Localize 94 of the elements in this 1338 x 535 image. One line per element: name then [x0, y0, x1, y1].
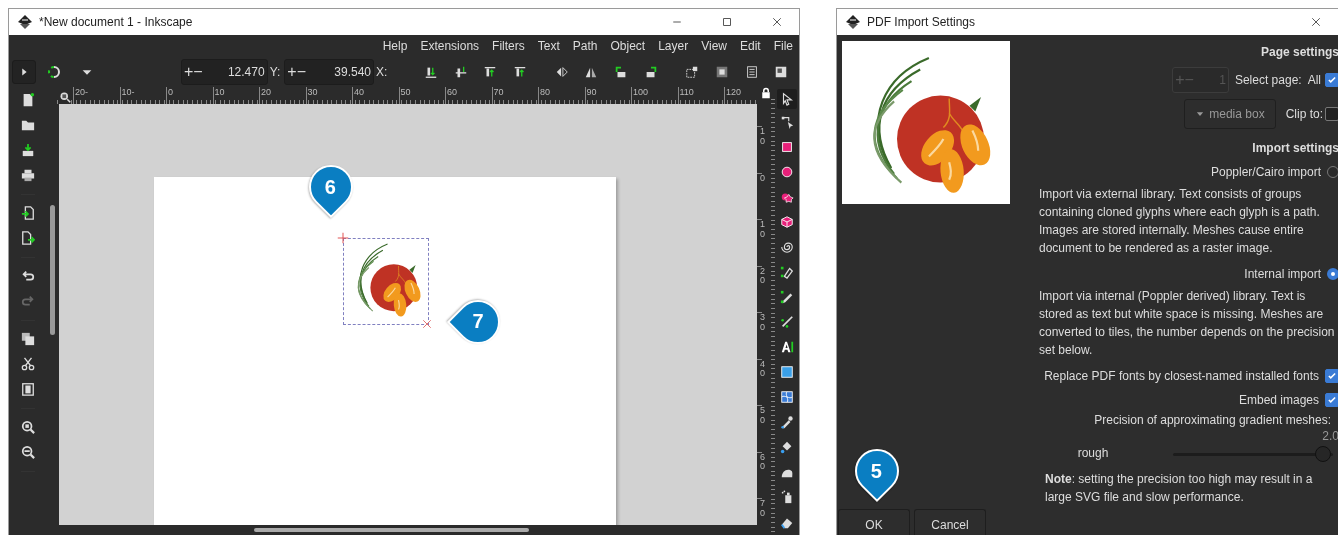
menu-item[interactable]: Path — [572, 39, 598, 53]
new-document-icon[interactable] — [21, 93, 35, 107]
radio-button[interactable] — [1327, 166, 1338, 178]
text-tool-icon[interactable] — [780, 340, 794, 354]
dialog-button[interactable]: Cancel — [914, 509, 986, 535]
field-label: Y: — [269, 65, 281, 79]
node-icon[interactable] — [780, 115, 794, 129]
list-icon[interactable] — [744, 65, 759, 79]
radio-label: Poppler/Cairo import — [1210, 165, 1321, 179]
app-icon — [845, 14, 861, 30]
app-icon — [17, 14, 33, 30]
align-bottom-icon[interactable] — [424, 65, 439, 79]
square-icon[interactable] — [780, 140, 794, 154]
number-field[interactable]: +− 39.540 — [284, 59, 374, 85]
duplicate-icon[interactable] — [21, 332, 35, 346]
scrollbar-thumb[interactable] — [254, 528, 529, 532]
spray-icon[interactable] — [780, 490, 794, 504]
clipboard-icon[interactable] — [21, 382, 35, 396]
lower-icon[interactable] — [714, 65, 729, 79]
circle-icon[interactable] — [780, 165, 794, 179]
pen-icon[interactable] — [780, 265, 794, 279]
menu-item[interactable]: Object — [610, 39, 646, 53]
dropper-icon[interactable] — [780, 415, 794, 429]
checkmark-icon — [1327, 75, 1337, 85]
import-icon[interactable] — [21, 206, 35, 220]
align-top-icon[interactable] — [483, 65, 498, 79]
undo-icon[interactable] — [21, 269, 35, 283]
section-heading: Import settings — [1252, 141, 1338, 157]
menu-item[interactable]: Text — [537, 39, 560, 53]
checkbox-label: Embed images — [1238, 393, 1319, 407]
zoom-icon[interactable] — [21, 420, 35, 434]
checkbox-label: Replace PDF fonts by closest-named installed fonts — [1044, 369, 1319, 383]
radio-label: Internal import — [1244, 267, 1321, 281]
flip-icon[interactable] — [554, 65, 569, 79]
toolbar-button[interactable] — [12, 60, 36, 84]
field-label: Select page: — [1234, 73, 1302, 87]
crosshair-icon — [337, 232, 349, 244]
checkbox[interactable] — [1325, 393, 1338, 407]
slider-label: Precision of approximating gradient meshes: — [1094, 413, 1331, 427]
description-text: Import via internal (Poppler derived) library. Text is stored as text but white space is missing. Meshes are converted to tiles, the number depends on the precision set below. — [1039, 288, 1335, 359]
raise-icon[interactable] — [685, 65, 700, 79]
menu-item[interactable]: Filters — [492, 39, 525, 53]
brush-icon[interactable] — [780, 315, 794, 329]
zoom-out-icon[interactable] — [21, 445, 35, 459]
gradient-icon[interactable] — [780, 365, 794, 379]
scissors-icon[interactable] — [21, 357, 35, 371]
export-icon[interactable] — [21, 231, 35, 245]
checkbox-label: All — [1307, 73, 1321, 87]
dialog-button[interactable]: OK — [838, 509, 910, 535]
dialog-title: PDF Import Settings — [867, 15, 977, 29]
pointer-icon[interactable] — [780, 92, 794, 106]
scrollbar-thumb[interactable] — [49, 205, 55, 335]
note-text: Note: setting the precision too high may result in a large SVG file and slow performance. — [1045, 471, 1314, 506]
menu-item[interactable]: Extensions — [420, 39, 480, 53]
menu-item[interactable]: Help — [382, 39, 408, 53]
section-heading: Page settings — [1260, 45, 1338, 61]
description-text: Import via external library. Text consists of groups containing cloned glyphs where each glyph is a path. Images are stored internally. Meshes cause entire document to be rendered as a raster image. — [1039, 186, 1321, 257]
redo-icon[interactable] — [21, 294, 35, 308]
maximize-icon[interactable] — [721, 16, 733, 28]
group-icon[interactable] — [774, 65, 789, 79]
print-icon[interactable] — [21, 168, 35, 182]
menu-item[interactable]: View — [701, 39, 727, 53]
field-label: X: — [376, 65, 388, 79]
folder-icon[interactable] — [21, 118, 35, 132]
pencil-icon[interactable] — [780, 290, 794, 304]
rotate-left-icon[interactable] — [614, 65, 628, 79]
checkmark-icon — [1327, 371, 1337, 381]
number-field[interactable]: +− 12.470 — [180, 59, 268, 85]
checkmark-icon — [1327, 395, 1337, 405]
align-top-icon[interactable] — [513, 65, 528, 79]
checkbox[interactable] — [1325, 369, 1338, 383]
radio-button[interactable] — [1327, 268, 1338, 280]
close-icon[interactable] — [771, 16, 783, 28]
dropdown[interactable]: media box — [1184, 99, 1276, 129]
tray-icon[interactable] — [21, 143, 35, 157]
window-title: *New document 1 - Inkscape — [39, 15, 194, 29]
checkbox-label: Clip to: — [1285, 107, 1323, 121]
cube-icon[interactable] — [780, 215, 794, 229]
checkbox[interactable] — [1325, 107, 1338, 121]
slider-thumb[interactable] — [1315, 446, 1332, 462]
bucket-icon[interactable] — [780, 440, 794, 454]
cross-icon — [421, 318, 433, 330]
lock-icon[interactable] — [760, 87, 772, 99]
slider-value: 2.0 — [1321, 429, 1338, 443]
checkbox[interactable] — [1325, 73, 1338, 87]
close-icon[interactable] — [1310, 16, 1322, 28]
mesh-icon[interactable] — [780, 390, 794, 404]
zoom-corner-icon[interactable] — [59, 90, 71, 103]
slider-min-label: rough — [1076, 446, 1110, 462]
align-center-icon[interactable] — [453, 65, 468, 79]
menu-item[interactable]: Layer — [658, 39, 689, 53]
menu-item[interactable]: File — [773, 39, 793, 53]
spiral-icon[interactable] — [780, 240, 794, 254]
menu-item[interactable]: Edit — [739, 39, 761, 53]
